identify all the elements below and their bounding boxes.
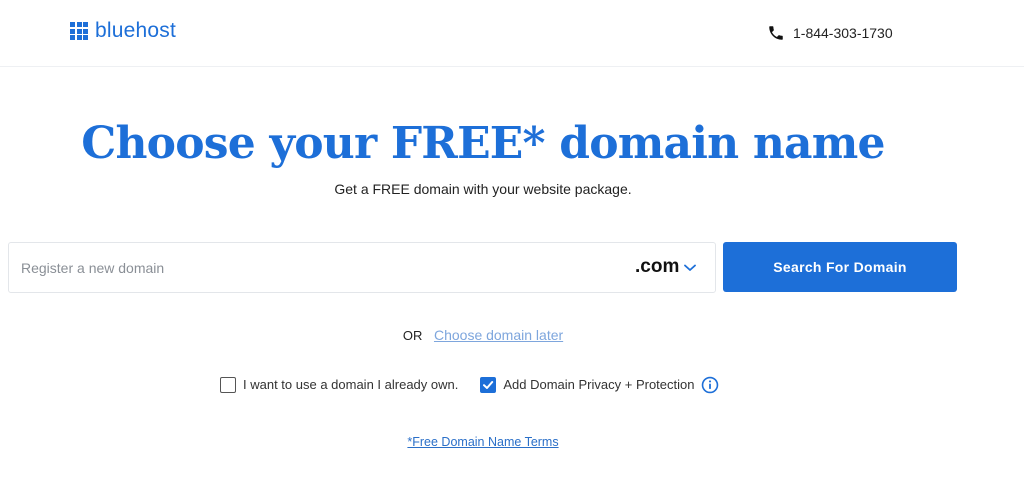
chevron-down-icon	[684, 264, 697, 271]
phone-contact[interactable]: 1-844-303-1730	[767, 24, 893, 42]
search-domain-button[interactable]: Search For Domain	[723, 242, 957, 292]
phone-number: 1-844-303-1730	[793, 25, 893, 41]
page-subtitle: Get a FREE domain with your website pack…	[334, 181, 632, 197]
domain-search-input[interactable]	[21, 243, 621, 292]
tld-dropdown[interactable]: .com	[635, 255, 697, 279]
domain-privacy-checkbox[interactable]	[480, 377, 497, 393]
choose-later-row: OR Choose domain later	[0, 326, 966, 345]
domain-options: I want to use a domain I already own. Ad…	[220, 375, 719, 395]
info-icon[interactable]	[701, 376, 719, 394]
header: bluehost 1-844-303-1730	[0, 0, 1024, 67]
own-domain-checkbox[interactable]	[220, 377, 236, 393]
terms-row: *Free Domain Name Terms	[0, 434, 966, 450]
tld-selected-value: .com	[635, 256, 680, 277]
domain-search-box: .com	[8, 242, 716, 293]
logo-text: bluehost	[95, 19, 176, 42]
bluehost-logo[interactable]: bluehost	[70, 20, 176, 42]
domain-privacy-label[interactable]: Add Domain Privacy + Protection	[503, 376, 694, 394]
free-domain-terms-link[interactable]: *Free Domain Name Terms	[407, 435, 558, 449]
page-title: Choose your FREE* domain name	[81, 118, 885, 169]
checkmark-icon	[483, 381, 494, 389]
own-domain-label[interactable]: I want to use a domain I already own.	[243, 376, 458, 394]
or-label: OR	[402, 328, 423, 343]
logo-grid-icon	[70, 22, 88, 40]
choose-domain-later-link[interactable]: Choose domain later	[434, 327, 563, 343]
phone-icon	[769, 26, 783, 40]
